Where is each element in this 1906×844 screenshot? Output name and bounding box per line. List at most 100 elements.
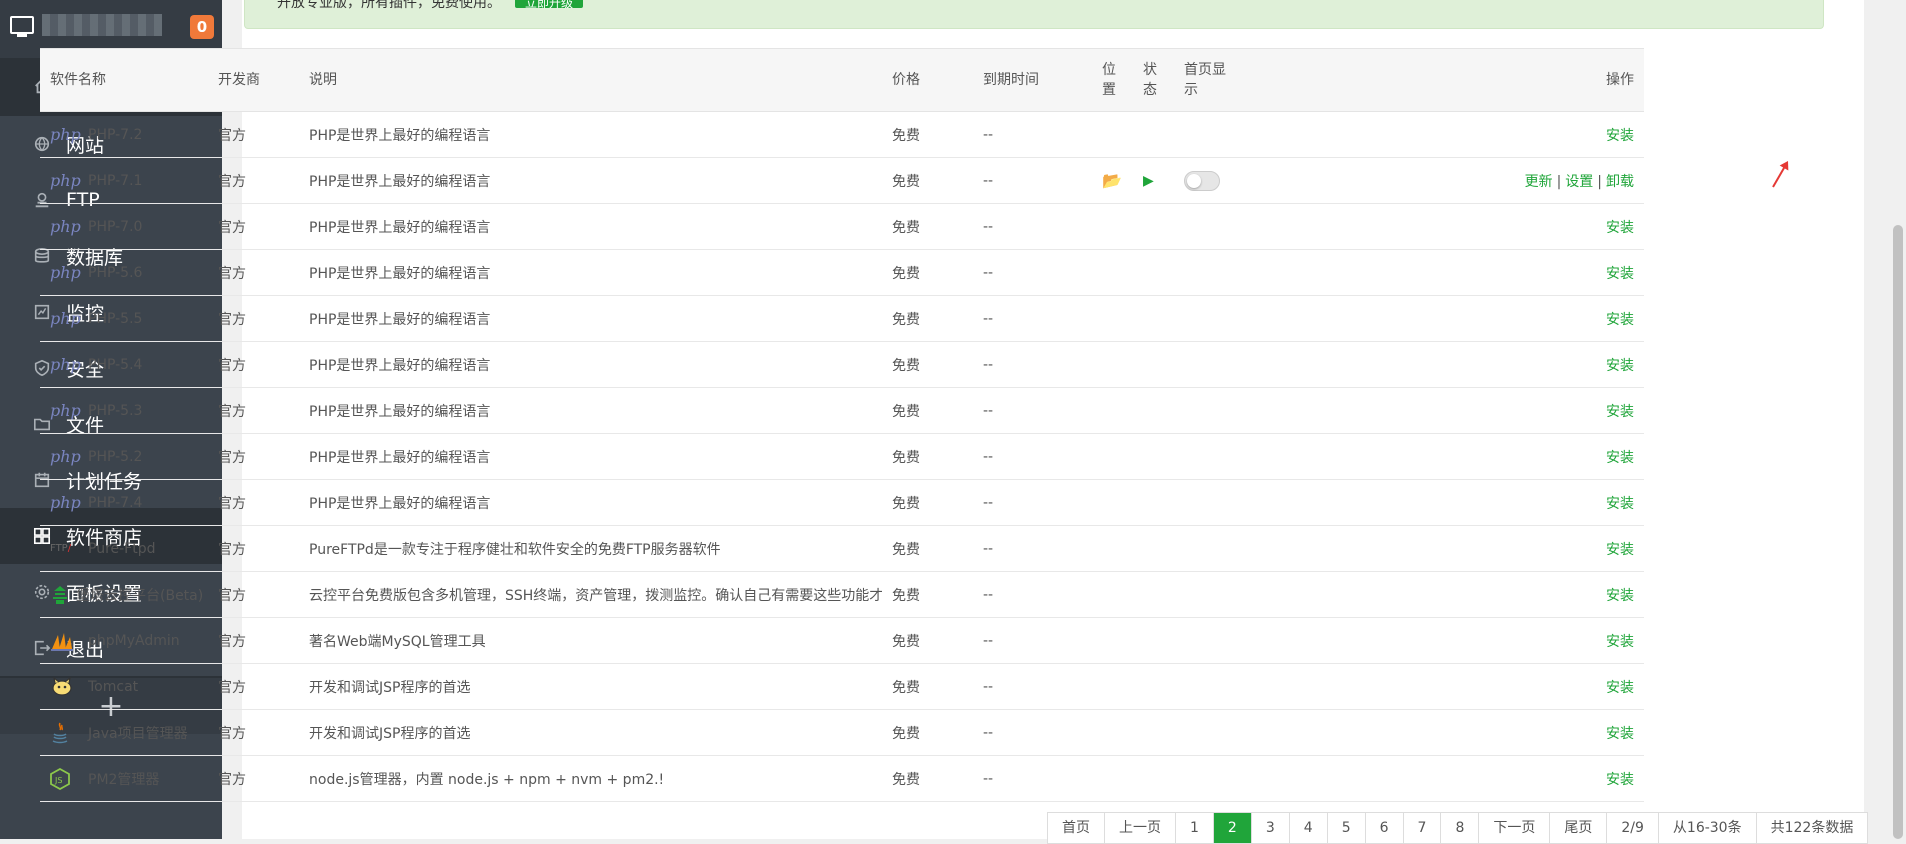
developer-cell: 官方 (208, 295, 299, 342)
price-cell: 免费 (882, 525, 973, 572)
install-link[interactable]: 安装 (1606, 680, 1634, 696)
upgrade-button[interactable]: 立即升级 (515, 0, 584, 9)
action-cell: 安装 (1246, 525, 1644, 572)
description-cell: PHP是世界上最好的编程语言 (299, 479, 882, 526)
homepage-display-cell (1174, 571, 1246, 618)
software-name[interactable]: 堡塔云控平台(Beta) (76, 585, 203, 605)
status-cell (1133, 203, 1174, 250)
description-cell: PureFTPd是一款专注于程序健壮和软件安全的免费FTP服务器软件 (299, 525, 882, 572)
update-link[interactable]: 更新 (1525, 174, 1553, 190)
software-name[interactable]: Pure-Ftpd (88, 541, 156, 557)
software-name-cell: JS PM2管理器 (40, 755, 208, 802)
status-cell (1133, 111, 1174, 158)
software-name[interactable]: PHP-5.5 (88, 311, 142, 327)
software-name[interactable]: PHP-5.2 (88, 449, 142, 465)
location-cell (1092, 387, 1133, 434)
folder-icon[interactable]: 📂 (1102, 171, 1122, 190)
price-cell: 免费 (882, 755, 973, 802)
install-link[interactable]: 安装 (1606, 266, 1634, 282)
play-icon[interactable]: ▶ (1143, 173, 1154, 189)
homepage-toggle[interactable] (1184, 170, 1220, 191)
table-row: php PHP-5.2 官方 PHP是世界上最好的编程语言 免费 -- 安装 (40, 433, 1644, 480)
table-row: 堡塔云控平台(Beta) 官方 云控平台免费版包含多机管理，SSH终端，资产管理，拨… (40, 571, 1644, 618)
description-cell: 开发和调试JSP程序的首选 (299, 663, 882, 710)
developer-cell: 官方 (208, 433, 299, 480)
software-name[interactable]: PHP-5.6 (88, 265, 142, 281)
description-cell: PHP是世界上最好的编程语言 (299, 203, 882, 250)
notification-badge[interactable]: 0 (190, 15, 214, 39)
action-cell: 安装 (1246, 709, 1644, 756)
software-name[interactable]: PHP-7.2 (88, 127, 142, 143)
install-link[interactable]: 安装 (1606, 634, 1634, 650)
nodejs-logo-icon: JS (50, 767, 70, 790)
software-name[interactable]: PHP-5.4 (88, 357, 142, 373)
status-cell: ▶ (1133, 157, 1174, 204)
software-name[interactable]: Java项目管理器 (88, 723, 188, 743)
table-row: php PHP-7.4 官方 PHP是世界上最好的编程语言 免费 -- 安装 (40, 479, 1644, 526)
price-cell: 免费 (882, 571, 973, 618)
install-link[interactable]: 安装 (1606, 358, 1634, 374)
location-cell (1092, 111, 1133, 158)
upgrade-notice: 开放专业版，所有插件，免费使用。 立即升级 (244, 0, 1824, 29)
developer-cell: 官方 (208, 157, 299, 204)
scrollbar-thumb[interactable] (1893, 225, 1903, 839)
price-cell: 免费 (882, 295, 973, 342)
column-header: 状态 (1133, 48, 1174, 112)
description-cell: node.js管理器，内置 node.js + npm + nvm + pm2.… (299, 755, 882, 802)
software-name-cell: php PHP-7.4 (40, 479, 208, 526)
column-header: 首页显示 (1174, 48, 1246, 112)
software-name-cell: php PHP-5.5 (40, 295, 208, 342)
description-cell: PHP是世界上最好的编程语言 (299, 249, 882, 296)
software-name[interactable]: PHP-7.4 (88, 495, 142, 511)
install-link[interactable]: 安装 (1606, 404, 1634, 420)
php-logo-icon: php (50, 125, 81, 144)
action-cell: 安装 (1246, 755, 1644, 802)
action-cell: 安装 (1246, 479, 1644, 526)
status-cell (1133, 571, 1174, 618)
table-row: Java项目管理器 官方 开发和调试JSP程序的首选 免费 -- 安装 (40, 709, 1644, 756)
homepage-display-cell (1174, 249, 1246, 296)
price-cell: 免费 (882, 663, 973, 710)
software-name[interactable]: phpMyAdmin (88, 633, 180, 649)
install-link[interactable]: 安装 (1606, 312, 1634, 328)
software-name[interactable]: PM2管理器 (88, 769, 159, 789)
table-row: php PHP-7.0 官方 PHP是世界上最好的编程语言 免费 -- 安装 (40, 203, 1644, 250)
homepage-display-cell (1174, 203, 1246, 250)
status-cell (1133, 249, 1174, 296)
install-link[interactable]: 安装 (1606, 772, 1634, 788)
install-link[interactable]: 安装 (1606, 588, 1634, 604)
homepage-display-cell (1174, 111, 1246, 158)
homepage-display-cell (1174, 663, 1246, 710)
settings-link[interactable]: 设置 (1565, 174, 1593, 190)
install-link[interactable]: 安装 (1606, 450, 1634, 466)
install-link[interactable]: 安装 (1606, 220, 1634, 236)
column-header: 到期时间 (973, 48, 1092, 112)
software-name[interactable]: Tomcat (88, 679, 138, 695)
action-cell: 安装 (1246, 295, 1644, 342)
notice-text: 开放专业版，所有插件，免费使用。 (277, 0, 501, 11)
column-header: 操作 (1246, 48, 1644, 112)
developer-cell: 官方 (208, 203, 299, 250)
install-link[interactable]: 安装 (1606, 128, 1634, 144)
pagination: 首页 上一页 1 2 3 4 5 6 7 8 下一页 尾页 2/9 从16-30条 共122条数据 (1047, 812, 1869, 844)
monitor-icon (10, 16, 34, 37)
expire-cell: -- (973, 709, 1092, 756)
table-row: php PHP-7.1 官方 PHP是世界上最好的编程语言 免费 -- 📂 ▶ 更新 | 设置 | 卸载 (40, 157, 1644, 204)
location-cell (1092, 433, 1133, 480)
software-name[interactable]: PHP-7.1 (88, 173, 142, 189)
software-name[interactable]: PHP-7.0 (88, 219, 142, 235)
developer-cell: 官方 (208, 571, 299, 618)
php-logo-icon: php (50, 493, 81, 512)
software-name[interactable]: PHP-5.3 (88, 403, 142, 419)
location-cell: 📂 (1092, 157, 1133, 204)
page-scrollbar[interactable] (1890, 0, 1906, 839)
install-link[interactable]: 安装 (1606, 496, 1634, 512)
install-link[interactable]: 安装 (1606, 542, 1634, 558)
status-cell (1133, 387, 1174, 434)
homepage-display-cell (1174, 433, 1246, 480)
uninstall-link[interactable]: 卸载 (1606, 174, 1634, 190)
php-logo-icon: php (50, 171, 81, 190)
developer-cell: 官方 (208, 111, 299, 158)
install-link[interactable]: 安装 (1606, 726, 1634, 742)
location-cell (1092, 479, 1133, 526)
